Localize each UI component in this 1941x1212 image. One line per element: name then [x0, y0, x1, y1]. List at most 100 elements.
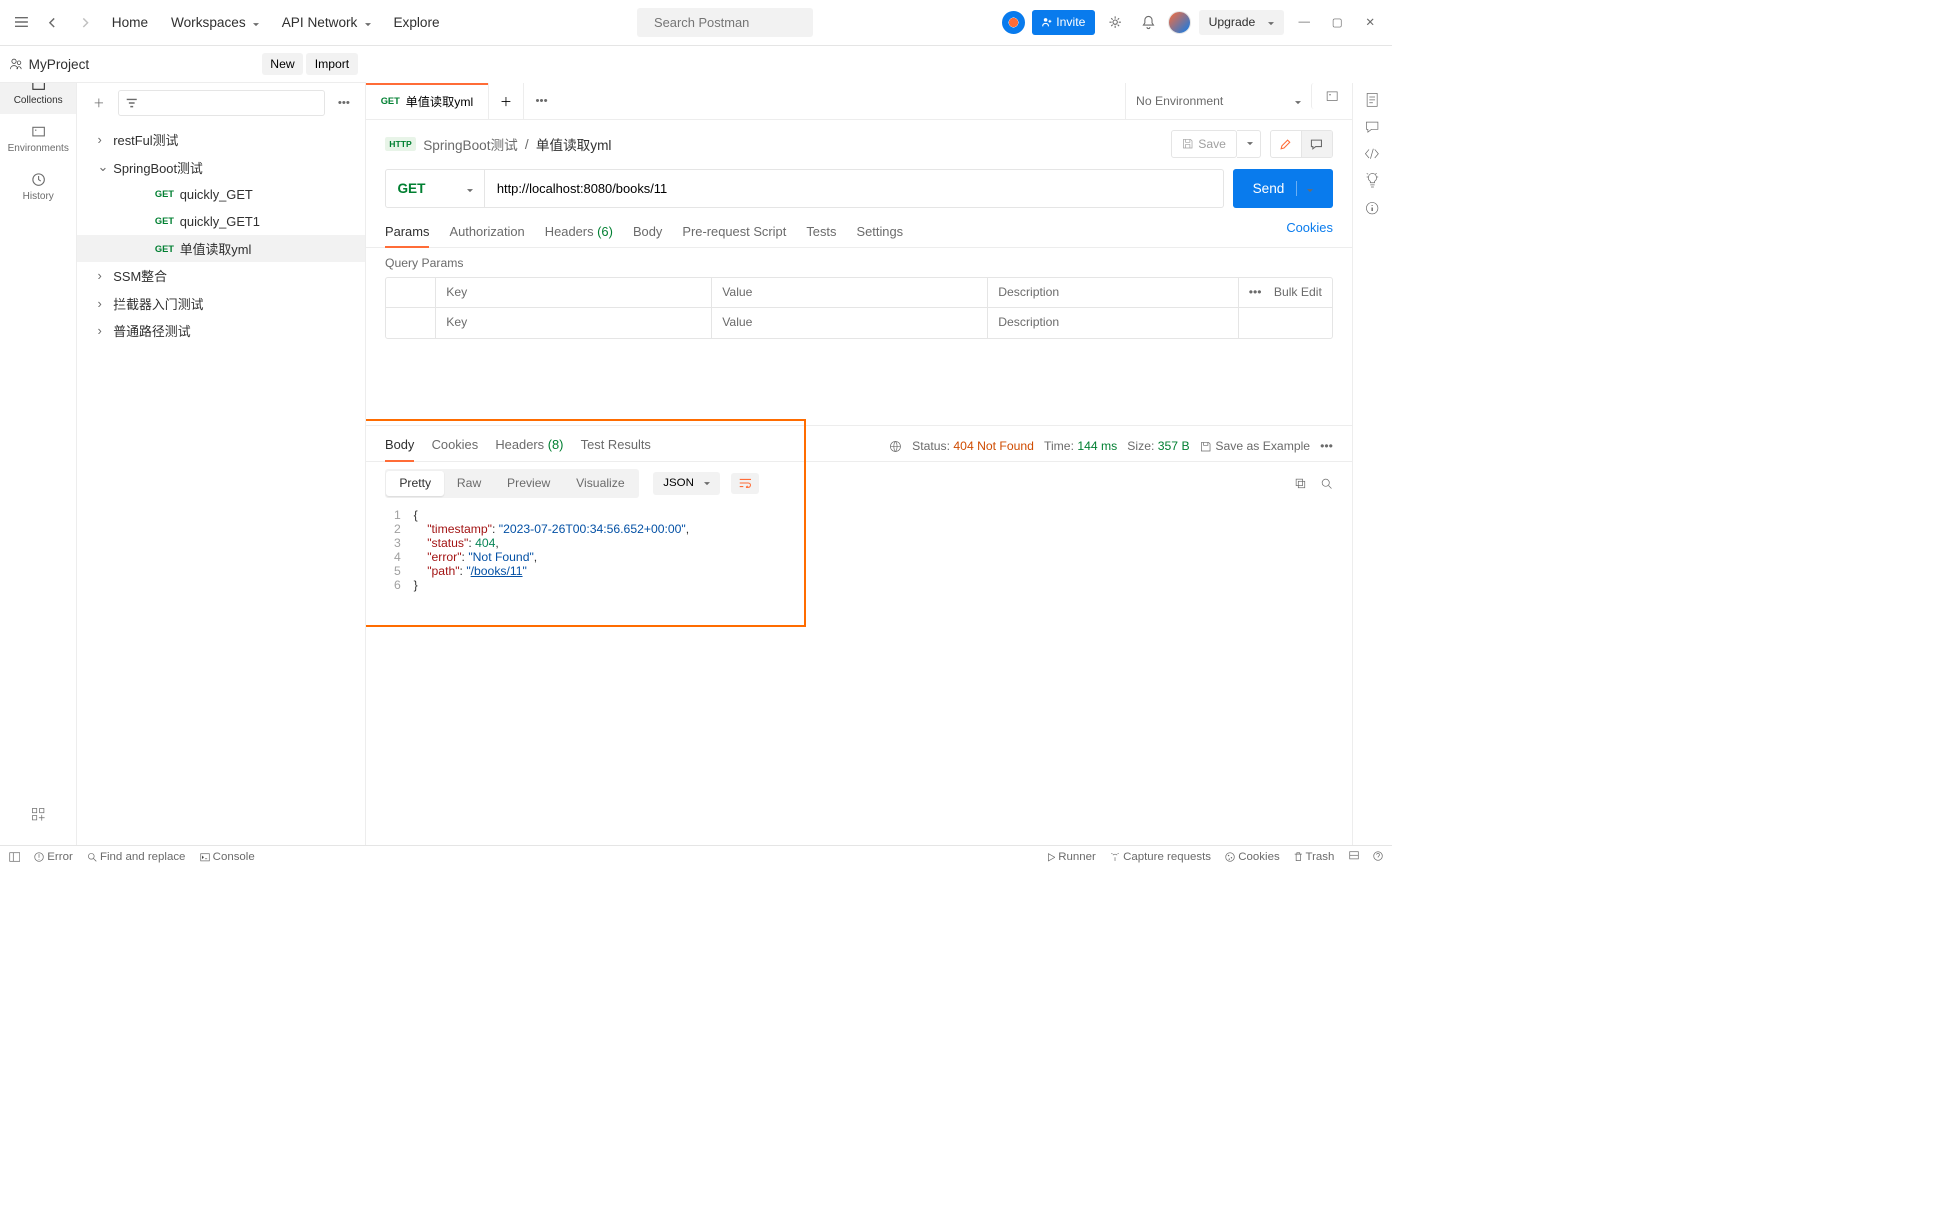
rail-environments[interactable]: Environments: [0, 114, 76, 162]
sync-icon[interactable]: [1002, 11, 1025, 34]
window-maximize-icon[interactable]: ▢: [1324, 10, 1350, 36]
save-dropdown[interactable]: [1237, 130, 1261, 157]
filter-input[interactable]: [118, 90, 326, 116]
tab-headers[interactable]: Headers (6): [545, 220, 613, 248]
search-response-icon[interactable]: [1320, 477, 1333, 490]
save-button[interactable]: Save: [1171, 130, 1237, 157]
lightbulb-icon[interactable]: [1366, 172, 1379, 188]
tab-params[interactable]: Params: [385, 220, 429, 248]
sb-trash[interactable]: Trash: [1294, 851, 1334, 863]
trash-icon: [1294, 852, 1303, 862]
response-panel: Body Cookies Headers (8) Test Results St…: [366, 425, 1351, 845]
tree-request[interactable]: GETquickly_GET1: [77, 208, 365, 235]
method-select[interactable]: GET: [385, 169, 485, 208]
upgrade-button[interactable]: Upgrade: [1199, 10, 1285, 35]
tree-request[interactable]: GETquickly_GET: [77, 181, 365, 208]
forward-icon[interactable]: [72, 10, 98, 36]
resp-tab-tests[interactable]: Test Results: [581, 432, 651, 461]
new-button[interactable]: New: [262, 53, 304, 76]
tree-folder[interactable]: ›restFul测试: [77, 126, 365, 153]
bulk-edit-link[interactable]: Bulk Edit: [1274, 285, 1322, 299]
window-close-icon[interactable]: ✕: [1357, 10, 1383, 36]
format-select[interactable]: JSON: [653, 472, 720, 495]
person-plus-icon: [1042, 17, 1052, 27]
param-key-input[interactable]: Key: [436, 308, 712, 338]
tree-folder[interactable]: ›普通路径测试: [77, 317, 365, 344]
tab-authorization[interactable]: Authorization: [449, 220, 524, 248]
nav-home[interactable]: Home: [103, 11, 157, 35]
code-icon[interactable]: [1364, 148, 1380, 159]
view-visualize[interactable]: Visualize: [563, 471, 637, 496]
resp-tab-body[interactable]: Body: [385, 432, 414, 461]
env-quicklook-icon[interactable]: [1311, 83, 1351, 109]
workspace-name[interactable]: MyProject: [9, 57, 90, 72]
sb-cookies[interactable]: Cookies: [1225, 851, 1279, 863]
tree-request[interactable]: GET单值读取yml: [77, 235, 365, 262]
global-search[interactable]: [637, 8, 813, 37]
sb-find[interactable]: Find and replace: [87, 851, 185, 863]
tab-prerequest[interactable]: Pre-request Script: [682, 220, 786, 248]
view-pretty[interactable]: Pretty: [386, 471, 444, 496]
view-raw[interactable]: Raw: [444, 471, 494, 496]
send-button[interactable]: Send: [1233, 169, 1333, 208]
invite-button[interactable]: Invite: [1032, 10, 1095, 35]
param-value-input[interactable]: Value: [712, 308, 988, 338]
tabs-more-icon[interactable]: •••: [529, 88, 555, 114]
search-input[interactable]: [654, 15, 821, 30]
sb-error[interactable]: Error: [34, 851, 72, 863]
copy-icon[interactable]: [1294, 477, 1307, 490]
environment-select[interactable]: No Environment: [1125, 83, 1311, 119]
tree-folder[interactable]: ›拦截器入门测试: [77, 290, 365, 317]
url-input[interactable]: [485, 169, 1224, 208]
nav-explore[interactable]: Explore: [385, 11, 448, 35]
sb-capture[interactable]: Capture requests: [1110, 851, 1211, 863]
back-icon[interactable]: [40, 10, 66, 36]
tab-settings[interactable]: Settings: [857, 220, 904, 248]
view-preview[interactable]: Preview: [494, 471, 563, 496]
sb-panel-icon[interactable]: [9, 852, 20, 862]
sb-layout-icon[interactable]: [1349, 851, 1359, 863]
globe-icon[interactable]: [889, 440, 902, 453]
resp-more-icon[interactable]: •••: [1320, 439, 1333, 453]
tree-folder[interactable]: ⌄SpringBoot测试: [77, 153, 365, 180]
add-collection-icon[interactable]: ＋: [86, 90, 112, 116]
settings-icon[interactable]: [1103, 10, 1129, 36]
notifications-icon[interactable]: [1136, 10, 1162, 36]
tab-body[interactable]: Body: [633, 220, 662, 248]
sb-console[interactable]: Console: [200, 851, 255, 863]
sb-help-icon[interactable]: [1373, 851, 1383, 863]
comments-icon[interactable]: [1365, 120, 1379, 134]
import-button[interactable]: Import: [306, 53, 358, 76]
save-as-example[interactable]: Save as Example: [1200, 439, 1310, 453]
rail-history[interactable]: History: [0, 162, 76, 210]
comment-icon[interactable]: [1302, 131, 1332, 156]
breadcrumb-collection[interactable]: SpringBoot测试: [423, 134, 518, 154]
new-tab-button[interactable]: ＋: [489, 83, 525, 119]
avatar[interactable]: [1168, 11, 1191, 34]
tree-folder[interactable]: ›SSM整合: [77, 262, 365, 289]
grid-add-icon: [31, 807, 45, 821]
window-minimize-icon[interactable]: —: [1291, 10, 1317, 36]
wrap-lines-icon[interactable]: [731, 473, 758, 495]
cookies-link[interactable]: Cookies: [1286, 220, 1333, 248]
more-icon[interactable]: •••: [1249, 285, 1262, 299]
save-icon: [1182, 138, 1193, 149]
resp-tab-cookies[interactable]: Cookies: [432, 432, 479, 461]
menu-icon[interactable]: [9, 10, 35, 36]
request-tab[interactable]: GET 单值读取yml: [366, 83, 488, 119]
col-value: Value: [712, 278, 988, 307]
rail-add[interactable]: [0, 799, 76, 831]
filter-icon: [126, 98, 137, 108]
param-desc-input[interactable]: Description: [988, 308, 1239, 338]
nav-workspaces[interactable]: Workspaces: [162, 11, 267, 35]
nav-api-network[interactable]: API Network: [273, 11, 379, 35]
sidebar-more-icon[interactable]: •••: [331, 90, 357, 116]
resp-tab-headers[interactable]: Headers (8): [495, 432, 563, 461]
tab-tests[interactable]: Tests: [806, 220, 836, 248]
sb-runner[interactable]: Runner: [1047, 851, 1096, 863]
edit-icon[interactable]: [1271, 131, 1302, 156]
docs-icon[interactable]: [1365, 92, 1379, 108]
info-icon[interactable]: [1365, 201, 1379, 215]
response-body[interactable]: 1{2 "timestamp": "2023-07-26T00:34:56.65…: [366, 505, 1351, 845]
cookie-icon: [1225, 852, 1235, 862]
